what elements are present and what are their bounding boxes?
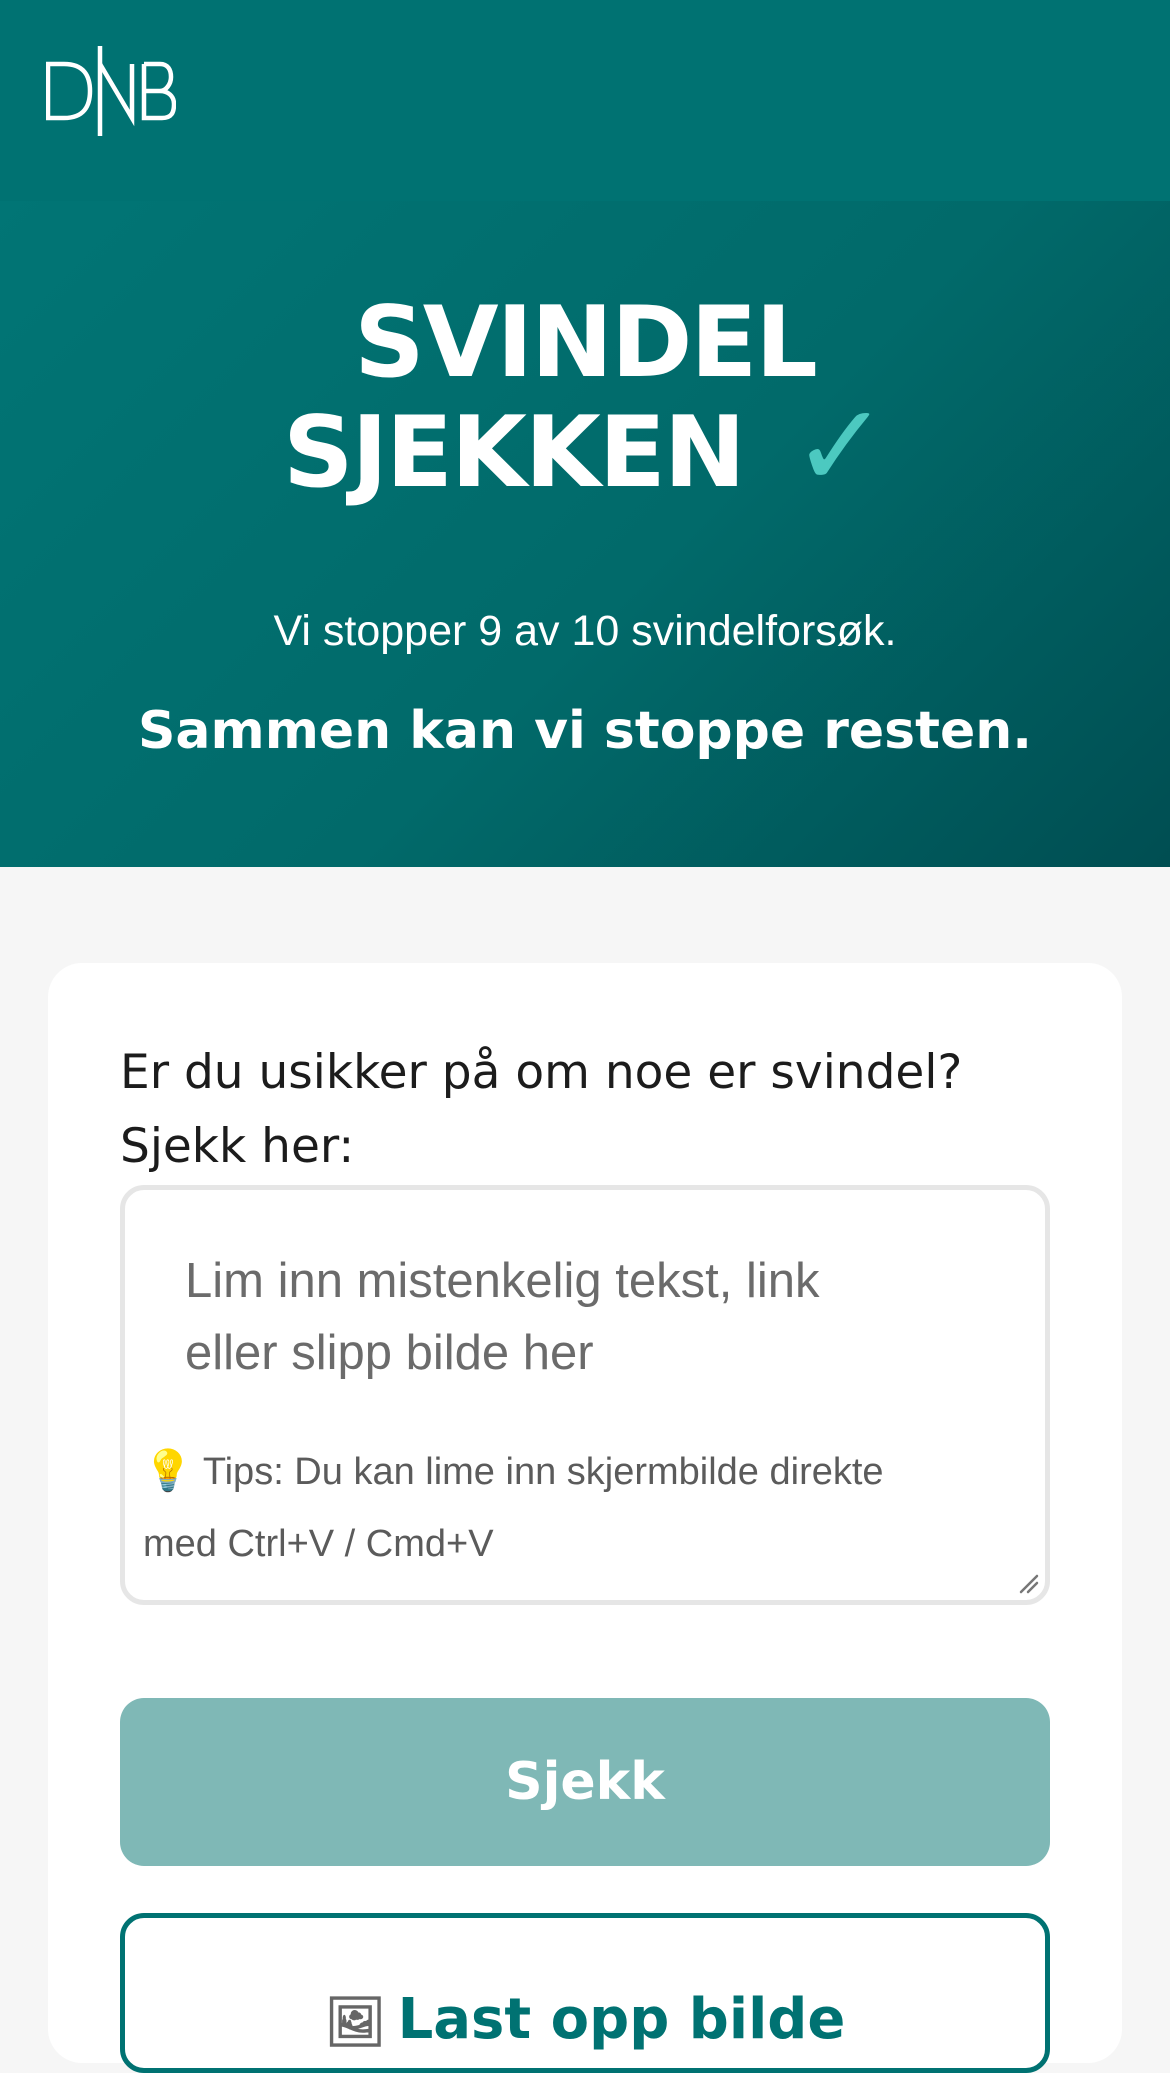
check-button[interactable]: Sjekk [120, 1698, 1050, 1866]
input-placeholder-line1: Lim inn mistenkelig tekst, link [185, 1254, 820, 1308]
scam-check-card: Er du usikker på om noe er svindel? Sjek… [48, 963, 1122, 2073]
hero-banner: SVINDEL SJEKKEN ✓ Vi stopper 9 av 10 svin… [0, 201, 1170, 867]
upload-image-button[interactable]: 🖼 Last opp bilde [120, 1913, 1050, 2073]
dnb-logo[interactable] [46, 46, 176, 136]
checkmark-icon: ✓ [791, 379, 889, 514]
paste-tip-line2: med Ctrl+V / Cmd+V [143, 1523, 494, 1565]
hero-subtitle-strong: Sammen kan vi stoppe resten. [137, 701, 1033, 761]
image-icon: 🖼 [324, 1993, 386, 2050]
paste-tip-line1: Tips: Du kan lime inn skjermbilde direkt… [202, 1451, 884, 1493]
suspicious-text-input[interactable]: Lim inn mistenkelig tekst, link eller sl… [120, 1185, 1050, 1605]
input-placeholder: Lim inn mistenkelig tekst, link eller sl… [185, 1245, 945, 1389]
hero-title-line1: SVINDEL [354, 286, 818, 400]
upload-image-label: Last opp bilde [397, 1986, 846, 2052]
resize-handle-icon[interactable] [1017, 1572, 1039, 1594]
input-placeholder-line2: eller slipp bilde her [185, 1326, 594, 1380]
paste-tip: 💡 Tips: Du kan lime inn skjermbilde direk… [143, 1435, 1023, 1580]
hero-title: SVINDEL SJEKKEN ✓ [0, 291, 1170, 505]
hero-subtitle: Vi stopper 9 av 10 svindelforsøk. [273, 607, 897, 655]
lightbulb-icon: 💡 [143, 1449, 193, 1493]
hero-title-line2-text: SJEKKEN [282, 396, 746, 510]
card-question: Er du usikker på om noe er svindel? Sjek… [120, 1036, 1060, 1184]
top-bar [0, 0, 1170, 201]
card-question-line1: Er du usikker på om noe er svindel? [120, 1045, 963, 1100]
card-question-line2: Sjekk her: [120, 1119, 355, 1174]
hero-title-line2: SJEKKEN ✓ [0, 389, 1170, 506]
